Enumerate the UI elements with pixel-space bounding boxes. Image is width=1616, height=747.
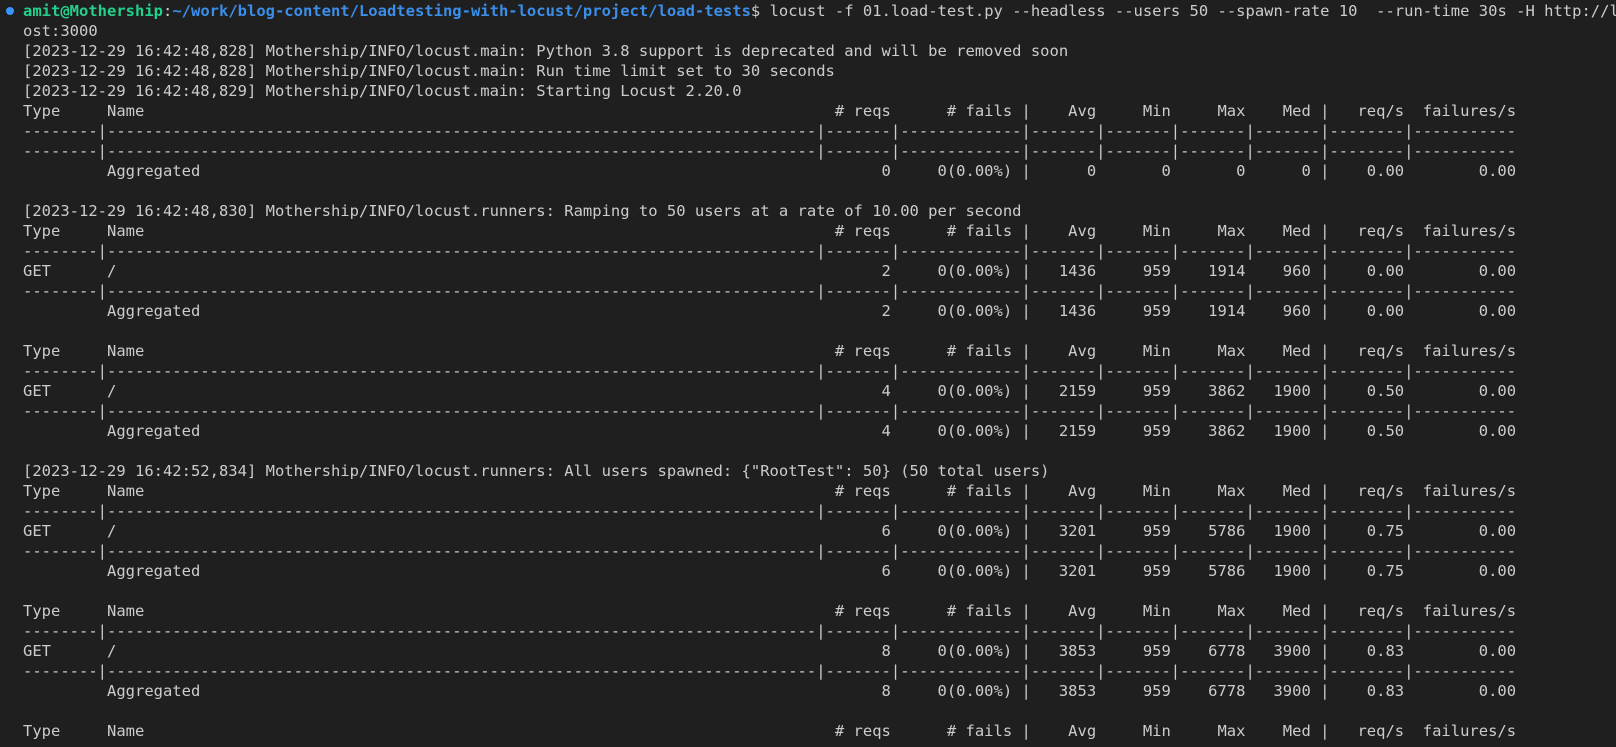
prompt-path: ~/work/blog-content/Loadtesting-with-loc… — [172, 2, 751, 20]
output-line: Type Name # reqs # fails | Avg Min Max M… — [23, 722, 1517, 740]
output-line: GET / 2 0(0.00%) | 1436 959 1914 960 | 0… — [23, 262, 1517, 280]
output-line: Aggregated 8 0(0.00%) | 3853 959 6778 39… — [23, 682, 1517, 700]
output-line: --------|-------------------------------… — [23, 282, 1517, 300]
output-line: Aggregated 6 0(0.00%) | 3201 959 5786 19… — [23, 562, 1517, 580]
output-line: [2023-12-29 16:42:48,828] Mothership/INF… — [23, 42, 1069, 60]
output-line: [2023-12-29 16:42:48,829] Mothership/INF… — [23, 82, 742, 100]
output-lines: [2023-12-29 16:42:48,828] Mothership/INF… — [0, 41, 1616, 741]
output-line: GET / 8 0(0.00%) | 3853 959 6778 3900 | … — [23, 642, 1517, 660]
output-line: --------|-------------------------------… — [23, 122, 1517, 140]
output-line: Type Name # reqs # fails | Avg Min Max M… — [23, 342, 1517, 360]
output-line: --------|-------------------------------… — [23, 362, 1517, 380]
output-line: Aggregated 0 0(0.00%) | 0 0 0 0 | 0.00 0… — [23, 162, 1517, 180]
terminal-output[interactable]: amit@Mothership:~/work/blog-content/Load… — [0, 0, 1616, 747]
output-line: Type Name # reqs # fails | Avg Min Max M… — [23, 222, 1517, 240]
output-line: Aggregated 4 0(0.00%) | 2159 959 3862 19… — [23, 422, 1517, 440]
output-line: GET / 6 0(0.00%) | 3201 959 5786 1900 | … — [23, 522, 1517, 540]
output-line: Type Name # reqs # fails | Avg Min Max M… — [23, 482, 1517, 500]
output-line: --------|-------------------------------… — [23, 662, 1517, 680]
output-line: Aggregated 2 0(0.00%) | 1436 959 1914 96… — [23, 302, 1517, 320]
output-line: --------|-------------------------------… — [23, 622, 1517, 640]
output-line: --------|-------------------------------… — [23, 142, 1517, 160]
output-line: --------|-------------------------------… — [23, 242, 1517, 260]
output-line: [2023-12-29 16:42:52,834] Mothership/INF… — [23, 462, 1050, 480]
prompt-dollar: $ — [750, 2, 761, 20]
output-line: --------|-------------------------------… — [23, 502, 1517, 520]
output-line: GET / 4 0(0.00%) | 2159 959 3862 1900 | … — [23, 382, 1517, 400]
command-prompt-line: amit@Mothership:~/work/blog-content/Load… — [23, 1, 1616, 21]
command-status-dot-icon[interactable] — [6, 7, 14, 15]
output-line: Type Name # reqs # fails | Avg Min Max M… — [23, 602, 1517, 620]
command-text: locust -f 01.load-test.py --headless --u… — [760, 2, 1616, 20]
prompt-separator: : — [162, 2, 173, 20]
output-line: Type Name # reqs # fails | Avg Min Max M… — [23, 102, 1517, 120]
command-wrap-line: ost:3000 — [23, 22, 98, 40]
output-line: --------|-------------------------------… — [23, 542, 1517, 560]
prompt-user-host: amit@Mothership — [23, 2, 163, 20]
output-line: [2023-12-29 16:42:48,828] Mothership/INF… — [23, 62, 835, 80]
output-line: --------|-------------------------------… — [23, 402, 1517, 420]
output-line: [2023-12-29 16:42:48,830] Mothership/INF… — [23, 202, 1022, 220]
